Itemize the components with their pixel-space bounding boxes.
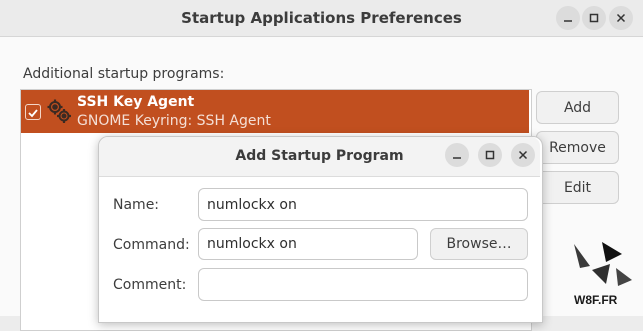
checkmark-icon xyxy=(28,109,38,118)
program-enabled-checkbox[interactable] xyxy=(25,104,41,120)
dialog-title: Add Startup Program xyxy=(235,148,404,164)
minimize-button[interactable] xyxy=(556,6,580,30)
dialog-maximize-button[interactable] xyxy=(478,143,502,167)
command-field[interactable]: numlockx on xyxy=(198,228,418,260)
close-icon xyxy=(518,150,528,160)
comment-field[interactable] xyxy=(198,268,528,301)
name-label: Name: xyxy=(113,197,160,213)
command-label: Command: xyxy=(113,237,190,253)
close-icon xyxy=(616,13,626,23)
maximize-icon xyxy=(485,150,495,160)
program-name: SSH Key Agent xyxy=(77,94,195,110)
remove-button[interactable]: Remove xyxy=(536,131,619,164)
window-title: Startup Applications Preferences xyxy=(181,9,462,27)
maximize-icon xyxy=(589,13,599,23)
maximize-button[interactable] xyxy=(582,6,606,30)
name-field[interactable]: numlockx on xyxy=(198,188,528,221)
gears-icon xyxy=(47,99,71,123)
program-description: GNOME Keyring: SSH Agent xyxy=(77,113,271,129)
dialog-close-button[interactable] xyxy=(511,143,535,167)
close-button[interactable] xyxy=(609,6,633,30)
minimize-icon xyxy=(564,20,572,22)
dialog-minimize-button[interactable] xyxy=(445,143,469,167)
watermark-text: W8F.FR xyxy=(574,293,618,307)
add-button[interactable]: Add xyxy=(536,91,619,124)
section-label: Additional startup programs: xyxy=(23,66,225,82)
comment-label: Comment: xyxy=(113,277,187,293)
minimize-icon xyxy=(453,157,461,159)
edit-button[interactable]: Edit xyxy=(536,171,619,204)
browse-button[interactable]: Browse… xyxy=(430,228,528,260)
